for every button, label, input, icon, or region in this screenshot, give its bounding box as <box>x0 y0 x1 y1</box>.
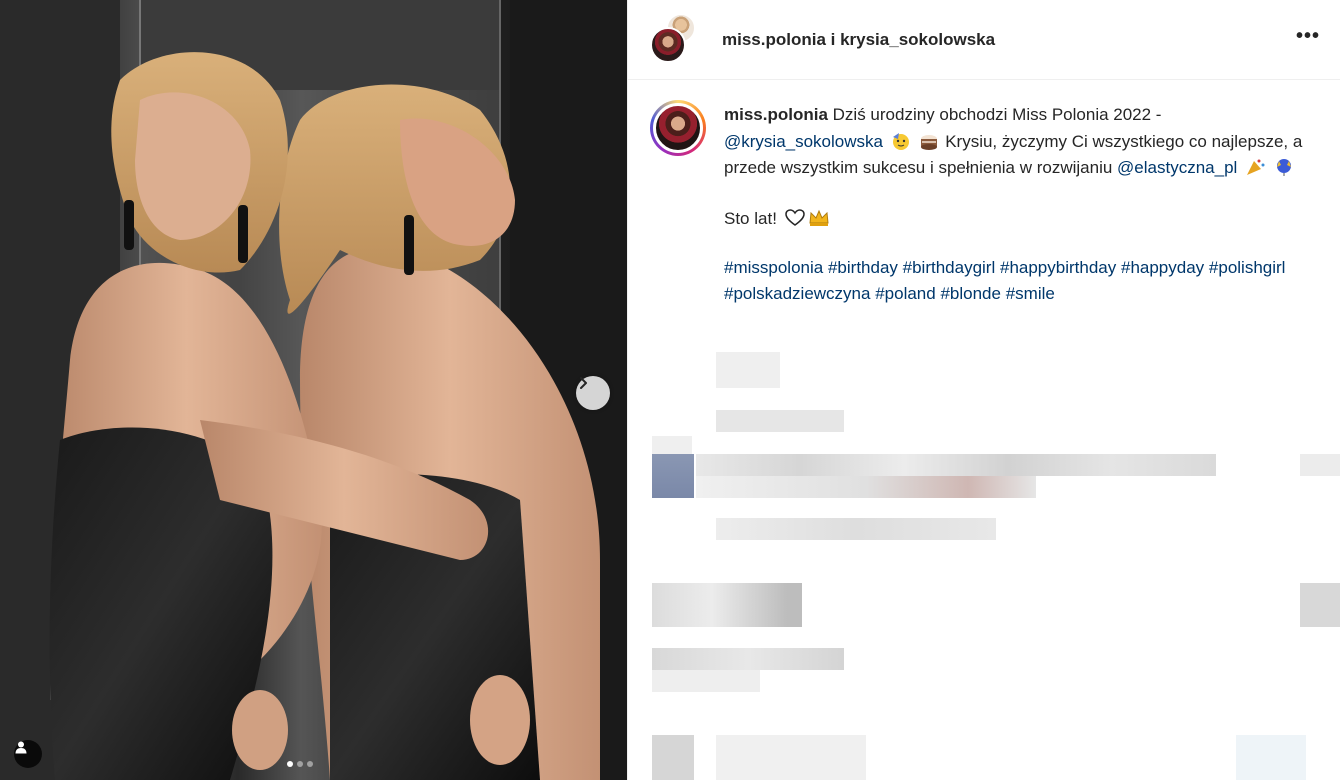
redacted-avatar <box>652 735 694 780</box>
redacted-block <box>1236 735 1306 780</box>
mention-link[interactable]: @krysia_sokolowska <box>724 132 883 151</box>
more-options-icon[interactable]: ••• <box>1296 26 1320 46</box>
hashtag-link[interactable]: #misspolonia <box>724 258 823 277</box>
person-icon <box>15 741 27 754</box>
sto-lat-text: Sto lat! <box>724 208 777 228</box>
mention-link[interactable]: @elastyczna_pl <box>1117 158 1237 177</box>
carousel-next-button[interactable] <box>576 376 610 410</box>
hashtag-link[interactable]: #poland <box>875 284 936 303</box>
caption-sto-lat: Sto lat! <box>724 208 1320 229</box>
crown-icon <box>809 209 829 226</box>
caption-text: miss.polonia Dziś urodziny obchodzi Miss… <box>724 102 1320 182</box>
caption-username[interactable]: miss.polonia <box>724 105 828 124</box>
heart-outline-icon <box>784 208 805 226</box>
hashtag-link[interactable]: #polskadziewczyna <box>724 284 870 303</box>
balloon-icon <box>1276 159 1291 176</box>
redacted-block <box>716 735 866 780</box>
redacted-block <box>652 583 802 627</box>
redacted-block <box>652 648 844 670</box>
hashtag-link[interactable]: #polishgirl <box>1209 258 1286 277</box>
redacted-block <box>1300 583 1340 627</box>
redacted-block <box>1300 454 1340 476</box>
hashtag-link[interactable]: #blonde <box>940 284 1001 303</box>
post-authors[interactable]: miss.polonia i krysia_sokolowska <box>722 30 995 50</box>
tagged-users-button[interactable] <box>14 740 42 768</box>
post-media[interactable] <box>0 0 627 780</box>
hashtag-link[interactable]: #happyday <box>1121 258 1204 277</box>
caption-section: miss.polonia Dziś urodziny obchodzi Miss… <box>628 80 1340 308</box>
redacted-block <box>716 518 996 540</box>
redacted-avatar <box>652 454 694 498</box>
hashtag-link[interactable]: #birthdaygirl <box>903 258 996 277</box>
cake-icon <box>921 134 938 150</box>
redacted-block <box>716 410 844 432</box>
party-popper-icon <box>1247 159 1265 175</box>
hashtag-link[interactable]: #smile <box>1006 284 1055 303</box>
avatar[interactable] <box>650 100 706 156</box>
avatar[interactable] <box>650 26 686 63</box>
hashtag-link[interactable]: #happybirthday <box>1000 258 1116 277</box>
caption-text-part: Dziś urodziny obchodzi Miss Polonia 2022… <box>827 105 1162 124</box>
redacted-block <box>652 436 692 456</box>
redacted-block <box>652 670 760 692</box>
party-face-icon <box>892 132 909 150</box>
hashtag-link[interactable]: #birthday <box>828 258 898 277</box>
collab-avatars[interactable] <box>650 12 696 63</box>
post-photo <box>0 0 627 780</box>
redacted-block <box>716 352 780 388</box>
carousel-dot <box>307 761 313 767</box>
carousel-indicator <box>287 761 313 767</box>
post-header: miss.polonia i krysia_sokolowska ••• <box>628 0 1340 80</box>
redacted-block <box>696 454 1216 476</box>
hashtag-list: #misspolonia #birthday #birthdaygirl #ha… <box>724 255 1324 308</box>
carousel-dot <box>297 761 303 767</box>
carousel-dot <box>287 761 293 767</box>
chevron-right-icon <box>580 377 587 389</box>
post-sidebar: miss.polonia i krysia_sokolowska ••• mis… <box>627 0 1340 780</box>
redacted-block <box>696 476 1036 498</box>
